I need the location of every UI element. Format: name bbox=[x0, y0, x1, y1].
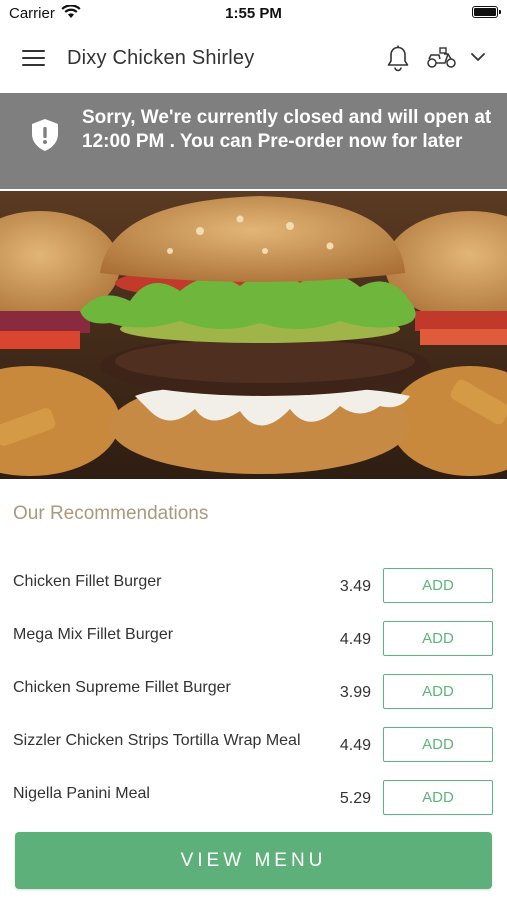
add-button[interactable]: ADD bbox=[383, 621, 493, 656]
add-button[interactable]: ADD bbox=[383, 727, 493, 762]
add-button[interactable]: ADD bbox=[383, 568, 493, 603]
add-button[interactable]: ADD bbox=[383, 674, 493, 709]
clock: 1:55 PM bbox=[225, 5, 282, 22]
menu-item: Mega Mix Fillet Burger 4.49 ADD bbox=[0, 621, 507, 674]
chevron-down-icon[interactable] bbox=[470, 52, 486, 62]
closed-banner: Sorry, We're currently closed and will o… bbox=[0, 93, 507, 189]
item-name: Chicken Supreme Fillet Burger bbox=[13, 679, 231, 696]
item-price: 3.49 bbox=[339, 578, 371, 595]
item-name: Sizzler Chicken Strips Tortilla Wrap Mea… bbox=[13, 732, 301, 749]
battery-icon bbox=[472, 6, 501, 18]
item-name: Chicken Fillet Burger bbox=[13, 573, 162, 590]
app-header: Dixy Chicken Shirley bbox=[0, 26, 507, 92]
menu-item: Chicken Supreme Fillet Burger 3.99 ADD bbox=[0, 674, 507, 727]
closed-message: Sorry, We're currently closed and will o… bbox=[82, 107, 492, 152]
add-button[interactable]: ADD bbox=[383, 780, 493, 815]
item-price: 4.49 bbox=[339, 737, 371, 754]
item-name: Mega Mix Fillet Burger bbox=[13, 626, 174, 643]
item-price: 5.29 bbox=[339, 790, 371, 807]
menu-item: Chicken Fillet Burger 3.49 ADD bbox=[0, 568, 507, 621]
scooter-icon[interactable] bbox=[426, 46, 458, 70]
item-price: 4.49 bbox=[339, 631, 371, 648]
menu-item: Sizzler Chicken Strips Tortilla Wrap Mea… bbox=[0, 727, 507, 780]
store-title: Dixy Chicken Shirley bbox=[67, 47, 255, 69]
shield-alert-icon bbox=[32, 119, 58, 151]
view-menu-button[interactable]: VIEW MENU bbox=[15, 832, 492, 889]
item-name: Nigella Panini Meal bbox=[13, 785, 150, 802]
menu-item: Nigella Panini Meal 5.29 ADD bbox=[0, 780, 507, 833]
status-bar: Carrier 1:55 PM bbox=[0, 0, 507, 26]
menu-icon[interactable] bbox=[22, 50, 45, 68]
recommendations-title: Our Recommendations bbox=[13, 503, 209, 524]
item-price: 3.99 bbox=[339, 684, 371, 701]
bell-icon[interactable] bbox=[386, 45, 410, 72]
hero-burger-image bbox=[0, 191, 507, 479]
